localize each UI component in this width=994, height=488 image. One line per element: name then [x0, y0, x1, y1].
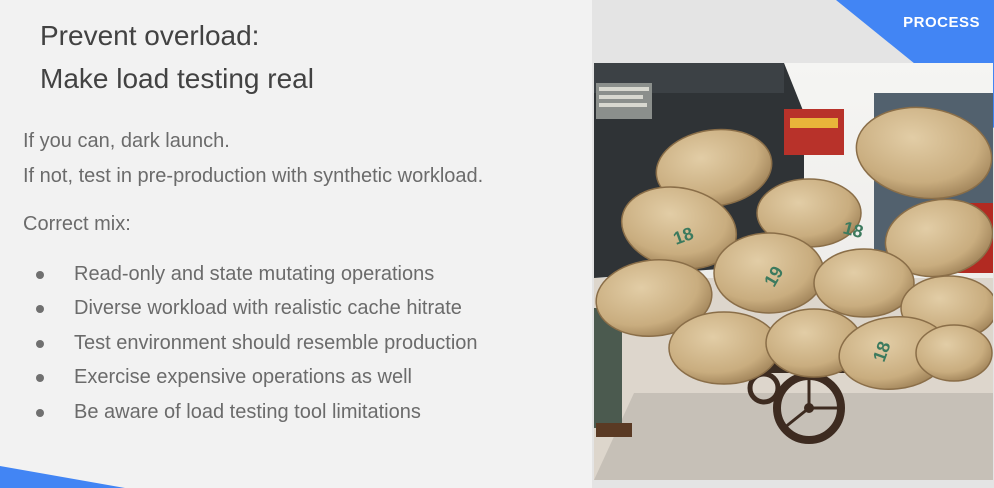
overloaded-cart-photo: 18 18 19 18 [594, 63, 993, 480]
bullet-dot-icon [36, 408, 44, 417]
bullet-item: Exercise expensive operations as well [28, 360, 478, 394]
bottom-accent-triangle [0, 466, 125, 488]
bullet-text: Test environment should resemble product… [74, 331, 478, 354]
bullet-dot-icon [36, 305, 44, 314]
title-line-2: Make load testing real [40, 63, 314, 94]
bullet-dot-icon [36, 339, 44, 348]
intro-line-2: If not, test in pre-production with synt… [23, 165, 484, 187]
bullet-dot-icon [36, 374, 44, 383]
bullet-text: Be aware of load testing tool limitation… [74, 400, 421, 423]
bullet-item: Test environment should resemble product… [28, 326, 478, 360]
intro-line-1: If you can, dark launch. [23, 130, 230, 152]
bullet-item: Read-only and state mutating operations [28, 257, 478, 291]
slide-title: Prevent overload: Make load testing real [40, 14, 314, 100]
overloaded-cart-illustration: 18 18 19 18 [594, 63, 993, 480]
slide: PROCESS Prevent overload: Make load test… [0, 0, 994, 488]
title-line-1: Prevent overload: [40, 20, 260, 51]
section-label: PROCESS [903, 14, 980, 31]
mix-heading: Correct mix: [23, 213, 131, 235]
bullet-list: Read-only and state mutating operations … [28, 257, 478, 429]
bullet-dot-icon [36, 271, 44, 279]
bullet-text: Diverse workload with realistic cache hi… [74, 297, 462, 320]
bullet-item: Be aware of load testing tool limitation… [28, 395, 478, 429]
bullet-text: Read-only and state mutating operations [74, 263, 435, 285]
bullet-item: Diverse workload with realistic cache hi… [28, 291, 478, 325]
bullet-text: Exercise expensive operations as well [74, 366, 412, 389]
